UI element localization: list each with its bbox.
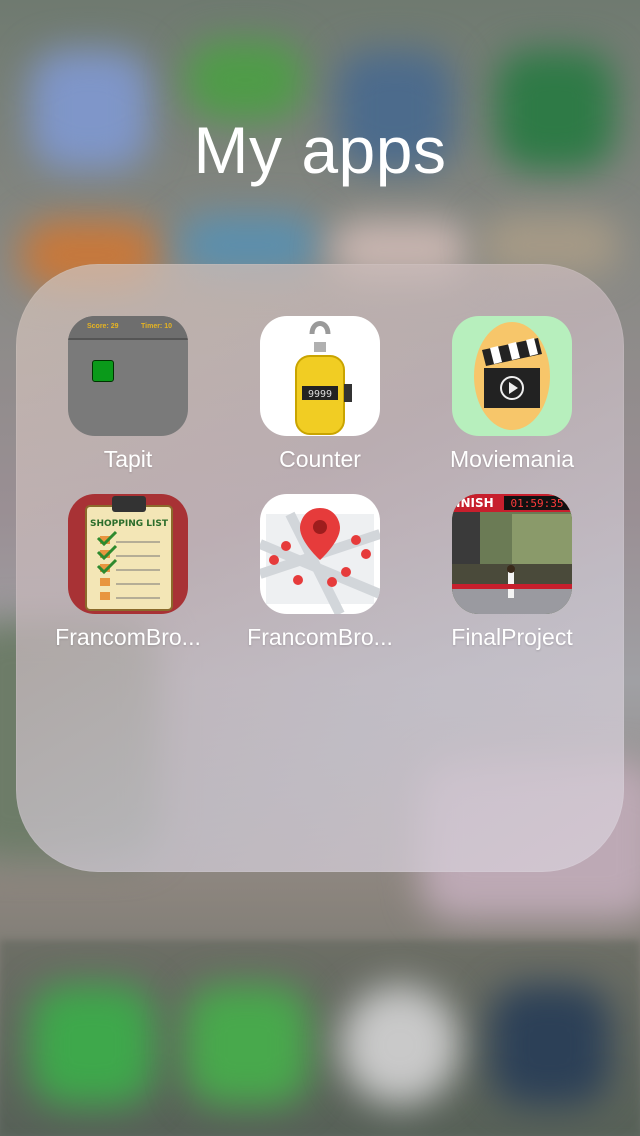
app-label: FrancomBro... — [247, 624, 393, 650]
tapit-target-square — [92, 360, 114, 382]
app-maps[interactable]: FrancomBro... — [230, 494, 410, 651]
phone-icon — [30, 985, 155, 1105]
app-counter[interactable]: 9999 Counter — [230, 316, 410, 473]
blurred-app-icon — [185, 40, 305, 120]
app-label: FinalProject — [451, 624, 573, 650]
safari-icon — [340, 985, 460, 1105]
app-label: Counter — [279, 446, 361, 472]
tally-counter-icon[interactable]: 9999 — [260, 316, 380, 436]
app-label: Moviemania — [450, 446, 574, 472]
shopping-list-icon[interactable]: SHOPPING LIST — [68, 494, 188, 614]
counter-display: 9999 — [308, 389, 332, 400]
app-moviemania[interactable]: Moviemania — [422, 316, 602, 473]
messages-icon — [185, 985, 310, 1105]
app-label: Tapit — [103, 446, 153, 472]
map-pins-icon[interactable] — [260, 494, 380, 614]
tapit-score-text: Score: 29 — [87, 323, 119, 330]
shopping-list-caption: SHOPPING LIST — [90, 519, 169, 529]
custom-app-icon — [490, 985, 610, 1105]
marathon-finish-photo-icon[interactable]: INISH 01:59:35 — [452, 494, 572, 614]
app-finalproject[interactable]: INISH 01:59:35 FinalProject — [422, 494, 602, 651]
finish-clock-text: 01:59:35 — [511, 497, 564, 510]
tapit-timer-text: Timer: 10 — [141, 323, 172, 330]
folder-panel: Score: 29 Timer: 10 Tapit 9999 Counter M… — [16, 264, 624, 872]
tapit-game-icon[interactable]: Score: 29 Timer: 10 — [68, 316, 188, 436]
folder-title[interactable]: My apps — [0, 112, 640, 188]
app-tapit[interactable]: Score: 29 Timer: 10 Tapit — [38, 316, 218, 473]
app-shopping-list[interactable]: SHOPPING LIST FrancomBro... — [38, 494, 218, 651]
finish-banner-text: INISH — [456, 496, 494, 510]
clapperboard-icon[interactable] — [452, 316, 572, 436]
app-label: FrancomBro... — [55, 624, 201, 650]
